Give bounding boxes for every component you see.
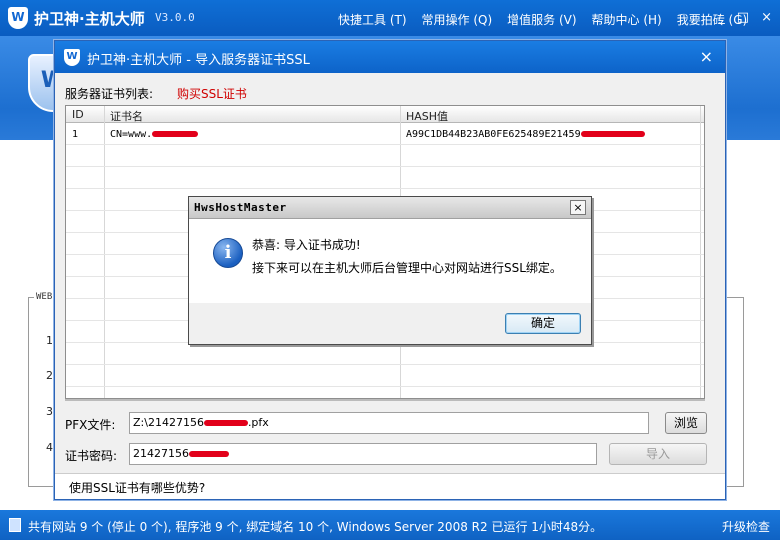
- cell-name-text: CN=www.: [110, 129, 153, 140]
- dialog-close-icon[interactable]: ×: [700, 47, 713, 66]
- pfx-file-input[interactable]: Z:\21427156 .pfx: [129, 412, 649, 434]
- cert-password-label: 证书密码:: [65, 449, 118, 463]
- close-icon[interactable]: ×: [761, 10, 772, 25]
- status-text: 共有网站 9 个 (停止 0 个), 程序池 9 个, 绑定域名 10 个, W…: [28, 520, 603, 534]
- dialog-titlebar: W 护卫神·主机大师 - 导入服务器证书SSL ×: [55, 41, 725, 73]
- redaction-mark: [152, 131, 199, 137]
- app-version: V3.0.0: [155, 11, 195, 24]
- document-icon: [9, 518, 21, 532]
- menu-help-center[interactable]: 帮助中心 (H): [592, 11, 662, 28]
- maximize-icon[interactable]: □: [737, 10, 749, 25]
- col-header-id[interactable]: ID: [72, 108, 84, 121]
- minimize-icon[interactable]: _: [718, 10, 725, 25]
- messagebox-titlebar: HwsHostMaster ×: [189, 197, 591, 219]
- statusbar: 共有网站 9 个 (停止 0 个), 程序池 9 个, 绑定域名 10 个, W…: [0, 510, 780, 540]
- web-row-number: 3: [46, 405, 53, 418]
- app-menu: 快捷工具 (T) 常用操作 (Q) 增值服务 (V) 帮助中心 (H) 我要拍砖…: [338, 11, 762, 28]
- web-group-label: WEB: [34, 292, 55, 302]
- dialog-logo-icon: W: [64, 49, 80, 66]
- row-divider: [66, 188, 704, 189]
- app-title: 护卫神·主机大师: [34, 10, 145, 28]
- dialog-title: 护卫神·主机大师 - 导入服务器证书SSL: [87, 53, 310, 68]
- cert-password-input[interactable]: 21427156: [129, 443, 597, 465]
- redaction-mark: [580, 131, 645, 137]
- web-row-number: 4: [46, 441, 53, 454]
- window-controls: _ □ ×: [718, 10, 772, 25]
- row-divider: [66, 364, 704, 365]
- messagebox-title: HwsHostMaster: [194, 201, 287, 214]
- column-separator: [700, 106, 701, 398]
- menu-value-services[interactable]: 增值服务 (V): [507, 11, 576, 28]
- row-divider: [66, 386, 704, 387]
- redaction-mark: [203, 420, 248, 426]
- cell-name: CN=www.: [110, 129, 199, 140]
- cell-hash: A99C1DB44B23AB0FE625489E21459: [406, 129, 645, 140]
- app-titlebar: W 护卫神·主机大师 V3.0.0 快捷工具 (T) 常用操作 (Q) 增值服务…: [0, 0, 780, 36]
- pfx-file-suffix: .pfx: [247, 416, 269, 429]
- cell-hash-text: A99C1DB44B23AB0FE625489E21459: [406, 129, 581, 140]
- web-row-number: 2: [46, 369, 53, 382]
- cert-password-value: 21427156: [133, 447, 189, 460]
- menu-common-ops[interactable]: 常用操作 (Q): [422, 11, 493, 28]
- web-row-number: 1: [46, 334, 53, 347]
- col-header-name[interactable]: 证书名: [110, 108, 143, 124]
- cell-id: 1: [72, 129, 79, 140]
- col-header-hash[interactable]: HASH值: [406, 108, 448, 124]
- table-header: ID 证书名 HASH值: [66, 106, 704, 124]
- import-button[interactable]: 导入: [609, 443, 707, 465]
- app-logo-icon: W: [8, 7, 28, 29]
- messagebox-line2: 接下来可以在主机大师后台管理中心对网站进行SSL绑定。: [252, 261, 562, 275]
- row-divider: [66, 166, 704, 167]
- pfx-file-label: PFX文件:: [65, 418, 116, 432]
- messagebox-line1: 恭喜: 导入证书成功!: [252, 238, 361, 252]
- table-scrollbar[interactable]: [65, 399, 705, 401]
- info-icon: i: [213, 238, 243, 268]
- success-messagebox: HwsHostMaster × i 恭喜: 导入证书成功! 接下来可以在主机大师…: [188, 196, 592, 345]
- messagebox-body: i 恭喜: 导入证书成功! 接下来可以在主机大师后台管理中心对网站进行SSL绑定…: [189, 219, 591, 303]
- ok-button[interactable]: 确定: [505, 313, 581, 334]
- menu-quick-tools[interactable]: 快捷工具 (T): [338, 11, 407, 28]
- messagebox-close-icon[interactable]: ×: [570, 200, 586, 215]
- row-divider: [66, 144, 704, 145]
- ssl-advantages-link[interactable]: 使用SSL证书有哪些优势?: [69, 479, 205, 496]
- buy-ssl-link[interactable]: 购买SSL证书: [177, 85, 247, 102]
- column-separator: [104, 106, 105, 398]
- advantages-bar: 使用SSL证书有哪些优势?: [55, 473, 725, 499]
- pfx-file-value: Z:\21427156: [133, 416, 204, 429]
- upgrade-check-link[interactable]: 升级检查: [722, 518, 770, 535]
- browse-button[interactable]: 浏览: [665, 412, 707, 434]
- cert-list-label: 服务器证书列表:: [65, 87, 154, 101]
- redaction-mark: [189, 451, 229, 457]
